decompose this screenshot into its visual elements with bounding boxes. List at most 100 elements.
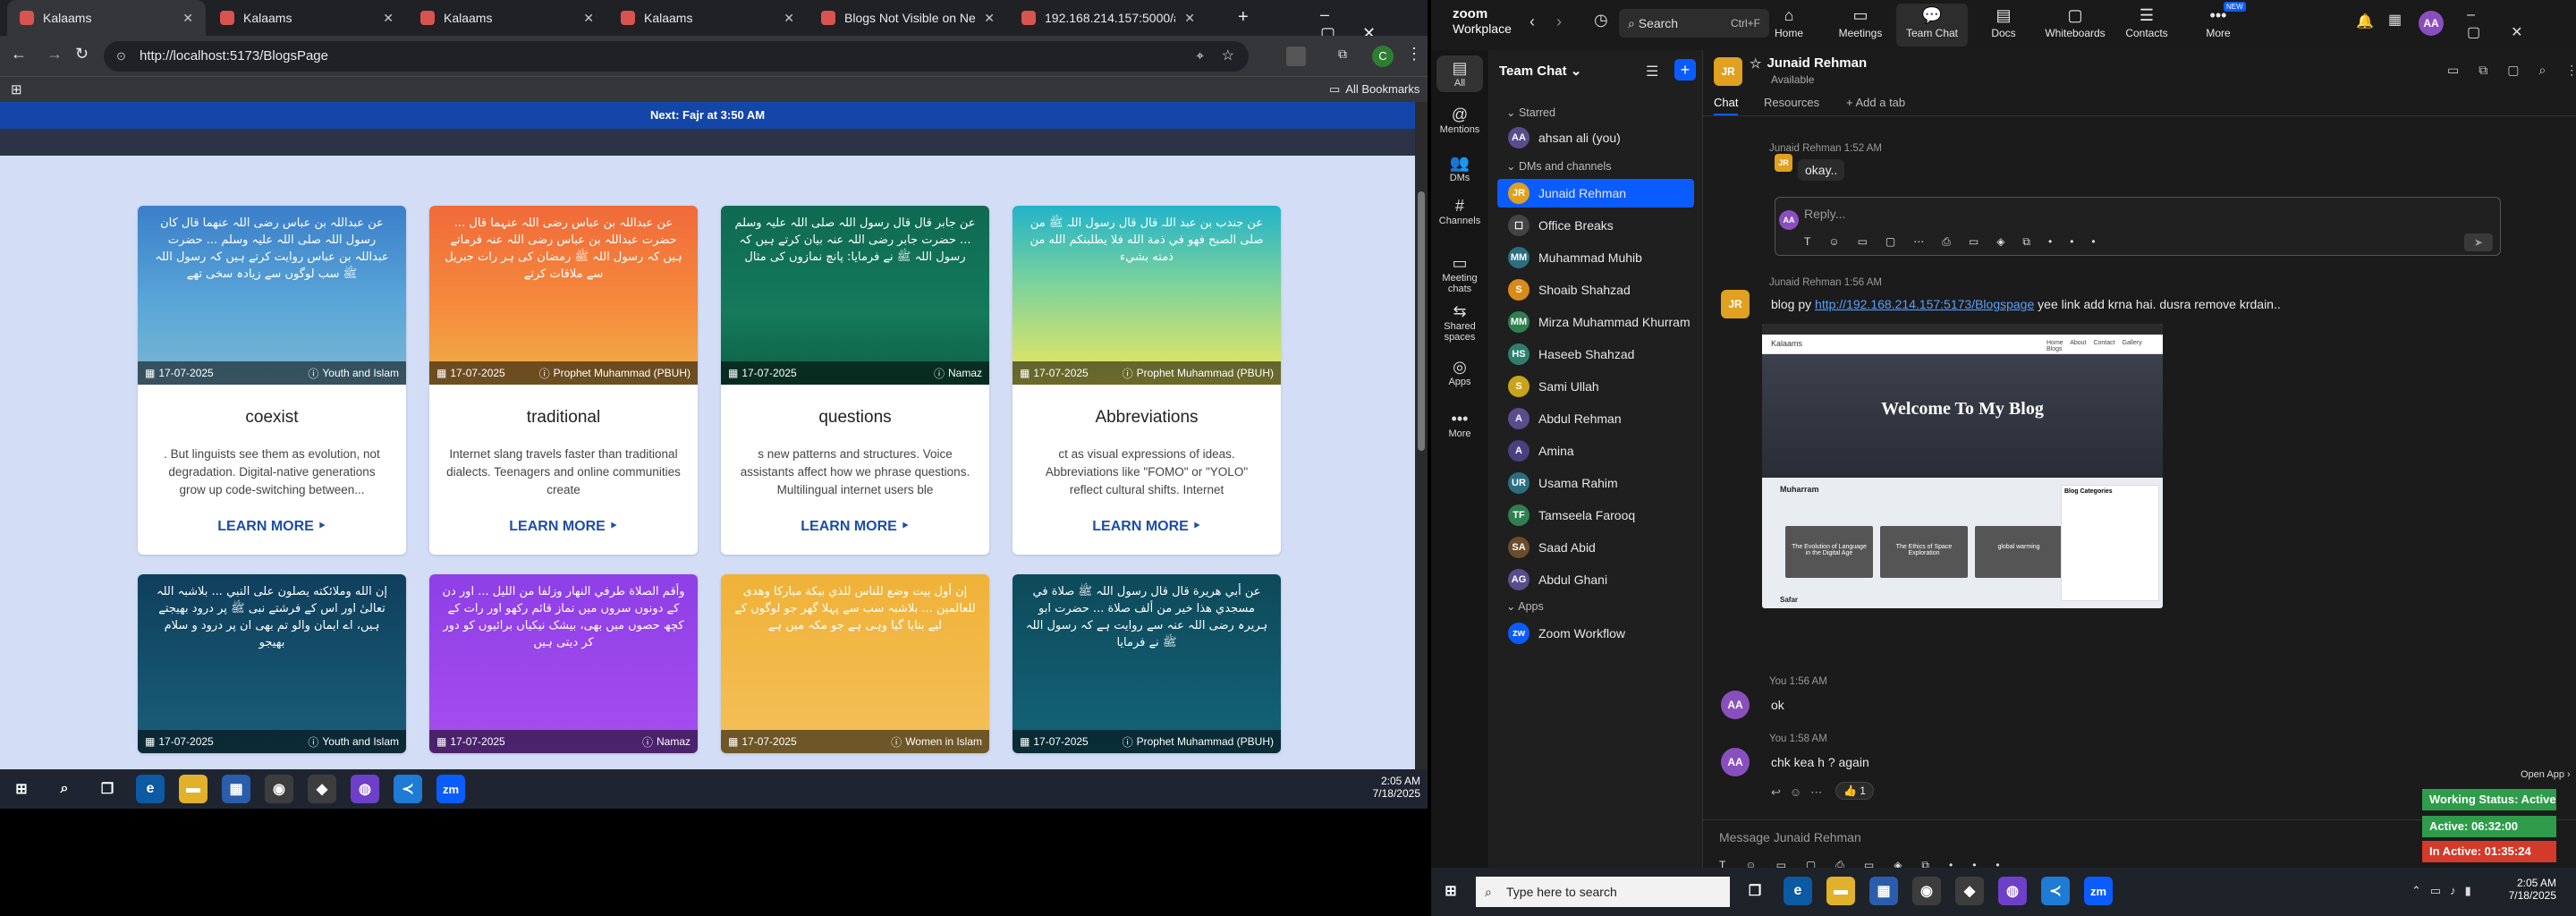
sidebar-mentions[interactable]: @ Mentions bbox=[1431, 106, 1488, 135]
chat-item[interactable]: AA ahsan ali (you) bbox=[1497, 123, 1694, 152]
new-chat-button[interactable]: + bbox=[1674, 59, 1696, 81]
search-icon[interactable]: ⌕ bbox=[50, 775, 79, 803]
location-icon[interactable]: ⌖ bbox=[1197, 41, 1204, 72]
app-icon[interactable]: ◆ bbox=[1955, 877, 1984, 905]
open-app-link[interactable]: Open App › bbox=[2521, 769, 2571, 780]
compose-input[interactable]: Message Junaid Rehman bbox=[1719, 830, 1861, 844]
blog-card[interactable]: عن جابر قال قال رسول اللہ صلی اللہ علیہ … bbox=[721, 206, 989, 555]
learn-more-link[interactable]: LEARN MORE ‣ bbox=[721, 517, 989, 535]
back-icon[interactable]: ← bbox=[11, 45, 27, 64]
message-actions[interactable]: ↩☺⋯ bbox=[1771, 785, 1831, 800]
chat-item[interactable]: A Amina bbox=[1497, 437, 1694, 465]
address-bar[interactable]: ⊙ http://localhost:5173/BlogsPage ⌖ ☆ bbox=[104, 41, 1249, 72]
chat-item[interactable]: S Shoaib Shahzad bbox=[1497, 276, 1694, 304]
blog-card[interactable]: عن جندب بن عبد اللہ قال قال رسول اللہ ﷺ … bbox=[1013, 206, 1281, 555]
back-arrow-icon[interactable]: ‹ bbox=[1530, 13, 1535, 31]
blog-card[interactable]: إن الله وملائكته يصلون على النبي ... بلا… bbox=[138, 574, 406, 753]
start-icon[interactable]: ⊞ bbox=[7, 775, 36, 803]
close-tab-icon[interactable]: ✕ bbox=[984, 11, 995, 26]
nav-contacts[interactable]: ☰ Contacts bbox=[2111, 4, 2182, 47]
chat-item[interactable]: A Abdul Rehman bbox=[1497, 404, 1694, 433]
tab-chat[interactable]: Chat bbox=[1714, 96, 1739, 115]
browser-tab[interactable]: Kalaams ✕ bbox=[608, 0, 807, 36]
task-view-icon[interactable]: ❐ bbox=[1741, 877, 1769, 905]
browser-tab[interactable]: Kalaams ✕ bbox=[7, 0, 206, 36]
edge-icon[interactable]: e bbox=[1784, 877, 1812, 905]
learn-more-link[interactable]: LEARN MORE ‣ bbox=[1013, 517, 1281, 535]
nav-more[interactable]: ••• More NEW bbox=[2182, 2, 2254, 47]
history-icon[interactable]: ◷ bbox=[1594, 11, 1608, 30]
app-icon[interactable]: ◆ bbox=[308, 775, 336, 803]
extensions-puzzle-icon[interactable]: ⧉ bbox=[1338, 47, 1347, 62]
section-starred[interactable]: ⌄ Starred bbox=[1506, 106, 1555, 119]
task-view-icon[interactable]: ❐ bbox=[93, 775, 122, 803]
close-tab-icon[interactable]: ✕ bbox=[1184, 11, 1195, 26]
chat-item[interactable]: SA Saad Abid bbox=[1497, 533, 1694, 562]
blog-card[interactable]: إن أول بيت وضع للناس للذي ببكة مباركا وه… bbox=[721, 574, 989, 753]
edge-icon[interactable]: e bbox=[136, 775, 165, 803]
blog-card[interactable]: عن عبداللہ بن عباس رضی اللہ عنھما قال کا… bbox=[138, 206, 406, 555]
send-button[interactable]: ➤ bbox=[2464, 233, 2493, 251]
sidebar-channels[interactable]: # Channels bbox=[1431, 197, 1488, 226]
system-tray[interactable]: ⌃▭♪▮ bbox=[2411, 884, 2480, 898]
message-link[interactable]: http://192.168.214.157:5173/Blogspage bbox=[1815, 297, 2034, 311]
reload-icon[interactable]: ↻ bbox=[75, 45, 89, 64]
start-icon[interactable]: ⊞ bbox=[1436, 877, 1465, 905]
bookmark-star-icon[interactable]: ☆ bbox=[1222, 41, 1234, 72]
sidebar-dms[interactable]: 👥 DMs bbox=[1431, 154, 1488, 183]
sidebar-apps[interactable]: ◎ Apps bbox=[1431, 358, 1488, 387]
chat-item[interactable]: MM Mirza Muhammad Khurram bbox=[1497, 308, 1694, 336]
browser-tab[interactable]: Blogs Not Visible on Networ ✕ bbox=[809, 0, 1007, 36]
all-bookmarks[interactable]: ▭ All Bookmarks bbox=[1329, 82, 1419, 97]
chat-item[interactable]: ☐ Office Breaks bbox=[1497, 211, 1694, 240]
section-dms[interactable]: ⌄ DMs and channels bbox=[1506, 159, 1611, 173]
sidebar-all[interactable]: ▤ All bbox=[1436, 55, 1483, 92]
chat-item[interactable]: HS Haseeb Shahzad bbox=[1497, 340, 1694, 369]
sidebar-more[interactable]: ••• More bbox=[1431, 410, 1488, 439]
profile-avatar[interactable]: C bbox=[1372, 46, 1394, 67]
nav-whiteboards[interactable]: ▢ Whiteboards bbox=[2039, 4, 2111, 47]
search-box[interactable]: ⌕ Search Ctrl+F bbox=[1619, 9, 1769, 38]
browser-tab[interactable]: Kalaams ✕ bbox=[208, 0, 406, 36]
blog-card[interactable]: عن أبي هريرة قال قال رسول اللہ ﷺ صلاة في… bbox=[1013, 574, 1281, 753]
new-tab-button[interactable]: + bbox=[1238, 7, 1249, 28]
section-apps[interactable]: ⌄ Apps bbox=[1506, 599, 1544, 613]
user-avatar[interactable]: AA bbox=[2419, 11, 2444, 36]
nav-home[interactable]: ⌂ Home bbox=[1753, 4, 1825, 47]
github-icon[interactable]: ◍ bbox=[351, 775, 379, 803]
close-tab-icon[interactable]: ✕ bbox=[383, 11, 394, 26]
reply-toolbar[interactable]: T☺▭▢⋯⎙▭◈⧉••• bbox=[1804, 235, 2114, 249]
window-controls[interactable]: –▢✕ bbox=[2467, 7, 2576, 41]
chat-header-actions[interactable]: ▭⧉▢⌕⋮ bbox=[2447, 63, 2576, 78]
contact-name[interactable]: Junaid Rehman bbox=[1767, 55, 1867, 72]
chat-item[interactable]: UR Usama Rahim bbox=[1497, 469, 1694, 497]
learn-more-link[interactable]: LEARN MORE ‣ bbox=[138, 517, 406, 535]
chrome-icon[interactable]: ◉ bbox=[265, 775, 293, 803]
chat-item[interactable]: TF Tamseela Farooq bbox=[1497, 501, 1694, 530]
zoom-taskbar-icon[interactable]: zm bbox=[436, 775, 465, 803]
reaction-badge[interactable]: 👍 1 bbox=[1835, 782, 1874, 800]
store-icon[interactable]: ▦ bbox=[222, 775, 250, 803]
zoom-taskbar-icon[interactable]: zm bbox=[2084, 877, 2113, 905]
site-info-icon[interactable]: ⊙ bbox=[116, 41, 126, 72]
bell-icon[interactable]: 🔔 bbox=[2356, 13, 2374, 30]
star-icon[interactable]: ☆ bbox=[1750, 55, 1761, 72]
sidebar-meeting-chats[interactable]: ▭ Meeting chats bbox=[1431, 254, 1488, 294]
browser-tab[interactable]: Kalaams ✕ bbox=[408, 0, 606, 36]
file-explorer-icon[interactable]: ▬ bbox=[179, 775, 208, 803]
chat-item[interactable]: S Sami Ullah bbox=[1497, 372, 1694, 401]
nav-team-chat[interactable]: 💬 Team Chat bbox=[1896, 4, 1968, 47]
vscode-icon[interactable]: ≺ bbox=[2041, 877, 2070, 905]
extension-icon[interactable] bbox=[1286, 47, 1306, 66]
close-tab-icon[interactable]: ✕ bbox=[583, 11, 594, 26]
team-chat-title[interactable]: Team Chat ⌄ bbox=[1499, 63, 1581, 79]
forward-icon[interactable]: → bbox=[47, 45, 63, 64]
blog-card[interactable]: وأقم الصلاة طرفي النهار وزلفا من الليل .… bbox=[429, 574, 698, 753]
taskbar-search[interactable]: ⌕ Type here to search bbox=[1476, 877, 1730, 907]
chrome-icon[interactable]: ◉ bbox=[1912, 877, 1941, 905]
nav-meetings[interactable]: ▭ Meetings bbox=[1825, 4, 1896, 47]
blog-card[interactable]: عن عبداللہ بن عباس رضی اللہ عنہما قال ..… bbox=[429, 206, 698, 555]
apps-grid-icon[interactable]: ⊞ bbox=[11, 81, 22, 98]
filter-icon[interactable]: ☰ bbox=[1646, 63, 1658, 81]
store-icon[interactable]: ▦ bbox=[1869, 877, 1898, 905]
